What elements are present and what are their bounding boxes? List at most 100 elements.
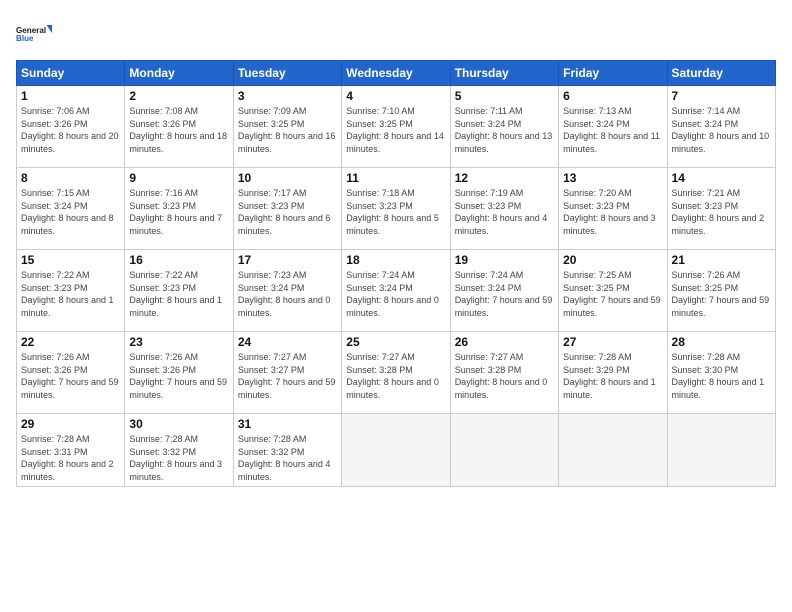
weekday-header-wednesday: Wednesday bbox=[342, 61, 450, 86]
day-info: Sunrise: 7:14 AMSunset: 3:24 PMDaylight:… bbox=[672, 105, 771, 155]
calendar-cell: 19 Sunrise: 7:24 AMSunset: 3:24 PMDayligh… bbox=[450, 250, 558, 332]
weekday-header-sunday: Sunday bbox=[17, 61, 125, 86]
calendar-cell: 5 Sunrise: 7:11 AMSunset: 3:24 PMDaylight… bbox=[450, 86, 558, 168]
calendar-cell: 24 Sunrise: 7:27 AMSunset: 3:27 PMDayligh… bbox=[233, 332, 341, 414]
calendar-cell: 28 Sunrise: 7:28 AMSunset: 3:30 PMDayligh… bbox=[667, 332, 775, 414]
calendar-week-2: 8 Sunrise: 7:15 AMSunset: 3:24 PMDaylight… bbox=[17, 168, 776, 250]
day-info: Sunrise: 7:19 AMSunset: 3:23 PMDaylight:… bbox=[455, 187, 554, 237]
day-info: Sunrise: 7:15 AMSunset: 3:24 PMDaylight:… bbox=[21, 187, 120, 237]
calendar-cell: 7 Sunrise: 7:14 AMSunset: 3:24 PMDaylight… bbox=[667, 86, 775, 168]
day-info: Sunrise: 7:28 AMSunset: 3:31 PMDaylight:… bbox=[21, 433, 120, 483]
calendar-cell: 3 Sunrise: 7:09 AMSunset: 3:25 PMDaylight… bbox=[233, 86, 341, 168]
day-number: 18 bbox=[346, 253, 445, 267]
day-info: Sunrise: 7:27 AMSunset: 3:28 PMDaylight:… bbox=[346, 351, 445, 401]
calendar-cell: 13 Sunrise: 7:20 AMSunset: 3:23 PMDayligh… bbox=[559, 168, 667, 250]
day-info: Sunrise: 7:27 AMSunset: 3:28 PMDaylight:… bbox=[455, 351, 554, 401]
calendar-cell: 26 Sunrise: 7:27 AMSunset: 3:28 PMDayligh… bbox=[450, 332, 558, 414]
day-info: Sunrise: 7:11 AMSunset: 3:24 PMDaylight:… bbox=[455, 105, 554, 155]
calendar-cell: 8 Sunrise: 7:15 AMSunset: 3:24 PMDaylight… bbox=[17, 168, 125, 250]
day-number: 20 bbox=[563, 253, 662, 267]
weekday-header-friday: Friday bbox=[559, 61, 667, 86]
day-info: Sunrise: 7:18 AMSunset: 3:23 PMDaylight:… bbox=[346, 187, 445, 237]
day-number: 28 bbox=[672, 335, 771, 349]
day-info: Sunrise: 7:28 AMSunset: 3:30 PMDaylight:… bbox=[672, 351, 771, 401]
calendar-cell: 15 Sunrise: 7:22 AMSunset: 3:23 PMDayligh… bbox=[17, 250, 125, 332]
calendar-cell bbox=[450, 414, 558, 487]
day-number: 30 bbox=[129, 417, 228, 431]
day-number: 14 bbox=[672, 171, 771, 185]
calendar-cell bbox=[559, 414, 667, 487]
day-number: 31 bbox=[238, 417, 337, 431]
day-number: 21 bbox=[672, 253, 771, 267]
day-info: Sunrise: 7:26 AMSunset: 3:26 PMDaylight:… bbox=[129, 351, 228, 401]
day-number: 10 bbox=[238, 171, 337, 185]
calendar-cell: 30 Sunrise: 7:28 AMSunset: 3:32 PMDayligh… bbox=[125, 414, 233, 487]
day-info: Sunrise: 7:13 AMSunset: 3:24 PMDaylight:… bbox=[563, 105, 662, 155]
calendar-cell: 22 Sunrise: 7:26 AMSunset: 3:26 PMDayligh… bbox=[17, 332, 125, 414]
day-number: 5 bbox=[455, 89, 554, 103]
calendar-cell: 16Sunrise: 7:22 AMSunset: 3:23 PMDayligh… bbox=[125, 250, 233, 332]
day-number: 24 bbox=[238, 335, 337, 349]
svg-text:Blue: Blue bbox=[16, 34, 34, 43]
day-number: 3 bbox=[238, 89, 337, 103]
calendar-cell: 25 Sunrise: 7:27 AMSunset: 3:28 PMDayligh… bbox=[342, 332, 450, 414]
calendar-week-1: 1 Sunrise: 7:06 AMSunset: 3:26 PMDaylight… bbox=[17, 86, 776, 168]
day-number: 11 bbox=[346, 171, 445, 185]
day-number: 25 bbox=[346, 335, 445, 349]
calendar-week-4: 22 Sunrise: 7:26 AMSunset: 3:26 PMDayligh… bbox=[17, 332, 776, 414]
day-number: 7 bbox=[672, 89, 771, 103]
calendar-table: SundayMondayTuesdayWednesdayThursdayFrid… bbox=[16, 60, 776, 487]
day-info: Sunrise: 7:09 AMSunset: 3:25 PMDaylight:… bbox=[238, 105, 337, 155]
calendar-cell bbox=[667, 414, 775, 487]
calendar-container: General Blue SundayMondayTuesdayWednesda… bbox=[0, 0, 792, 612]
day-number: 22 bbox=[21, 335, 120, 349]
calendar-cell: 11 Sunrise: 7:18 AMSunset: 3:23 PMDayligh… bbox=[342, 168, 450, 250]
weekday-header-row: SundayMondayTuesdayWednesdayThursdayFrid… bbox=[17, 61, 776, 86]
day-number: 1 bbox=[21, 89, 120, 103]
day-number: 12 bbox=[455, 171, 554, 185]
day-number: 13 bbox=[563, 171, 662, 185]
day-info: Sunrise: 7:27 AMSunset: 3:27 PMDaylight:… bbox=[238, 351, 337, 401]
weekday-header-monday: Monday bbox=[125, 61, 233, 86]
day-info: Sunrise: 7:08 AMSunset: 3:26 PMDaylight:… bbox=[129, 105, 228, 155]
calendar-cell: 14Sunrise: 7:21 AMSunset: 3:23 PMDayligh… bbox=[667, 168, 775, 250]
calendar-cell: 4 Sunrise: 7:10 AMSunset: 3:25 PMDaylight… bbox=[342, 86, 450, 168]
calendar-cell: 2 Sunrise: 7:08 AMSunset: 3:26 PMDaylight… bbox=[125, 86, 233, 168]
day-number: 15 bbox=[21, 253, 120, 267]
day-info: Sunrise: 7:22 AMSunset: 3:23 PMDaylight:… bbox=[129, 269, 228, 319]
calendar-cell: 27Sunrise: 7:28 AMSunset: 3:29 PMDayligh… bbox=[559, 332, 667, 414]
day-info: Sunrise: 7:24 AMSunset: 3:24 PMDaylight:… bbox=[455, 269, 554, 319]
calendar-header: SundayMondayTuesdayWednesdayThursdayFrid… bbox=[17, 61, 776, 86]
calendar-cell: 17 Sunrise: 7:23 AMSunset: 3:24 PMDayligh… bbox=[233, 250, 341, 332]
day-info: Sunrise: 7:28 AMSunset: 3:32 PMDaylight:… bbox=[238, 433, 337, 483]
day-number: 8 bbox=[21, 171, 120, 185]
day-info: Sunrise: 7:26 AMSunset: 3:26 PMDaylight:… bbox=[21, 351, 120, 401]
header: General Blue bbox=[16, 16, 776, 52]
day-info: Sunrise: 7:17 AMSunset: 3:23 PMDaylight:… bbox=[238, 187, 337, 237]
calendar-cell: 29Sunrise: 7:28 AMSunset: 3:31 PMDayligh… bbox=[17, 414, 125, 487]
day-number: 17 bbox=[238, 253, 337, 267]
day-info: Sunrise: 7:26 AMSunset: 3:25 PMDaylight:… bbox=[672, 269, 771, 319]
calendar-cell: 20 Sunrise: 7:25 AMSunset: 3:25 PMDayligh… bbox=[559, 250, 667, 332]
logo-svg: General Blue bbox=[16, 16, 52, 52]
weekday-header-thursday: Thursday bbox=[450, 61, 558, 86]
day-info: Sunrise: 7:23 AMSunset: 3:24 PMDaylight:… bbox=[238, 269, 337, 319]
day-number: 27 bbox=[563, 335, 662, 349]
calendar-body: 1 Sunrise: 7:06 AMSunset: 3:26 PMDaylight… bbox=[17, 86, 776, 487]
calendar-week-5: 29Sunrise: 7:28 AMSunset: 3:31 PMDayligh… bbox=[17, 414, 776, 487]
day-number: 4 bbox=[346, 89, 445, 103]
weekday-header-saturday: Saturday bbox=[667, 61, 775, 86]
day-number: 26 bbox=[455, 335, 554, 349]
day-info: Sunrise: 7:20 AMSunset: 3:23 PMDaylight:… bbox=[563, 187, 662, 237]
day-number: 2 bbox=[129, 89, 228, 103]
day-info: Sunrise: 7:25 AMSunset: 3:25 PMDaylight:… bbox=[563, 269, 662, 319]
calendar-cell bbox=[342, 414, 450, 487]
day-info: Sunrise: 7:28 AMSunset: 3:32 PMDaylight:… bbox=[129, 433, 228, 483]
day-info: Sunrise: 7:06 AMSunset: 3:26 PMDaylight:… bbox=[21, 105, 120, 155]
day-info: Sunrise: 7:10 AMSunset: 3:25 PMDaylight:… bbox=[346, 105, 445, 155]
day-info: Sunrise: 7:22 AMSunset: 3:23 PMDaylight:… bbox=[21, 269, 120, 319]
day-info: Sunrise: 7:16 AMSunset: 3:23 PMDaylight:… bbox=[129, 187, 228, 237]
day-number: 19 bbox=[455, 253, 554, 267]
calendar-cell: 18Sunrise: 7:24 AMSunset: 3:24 PMDayligh… bbox=[342, 250, 450, 332]
calendar-cell: 6Sunrise: 7:13 AMSunset: 3:24 PMDaylight… bbox=[559, 86, 667, 168]
